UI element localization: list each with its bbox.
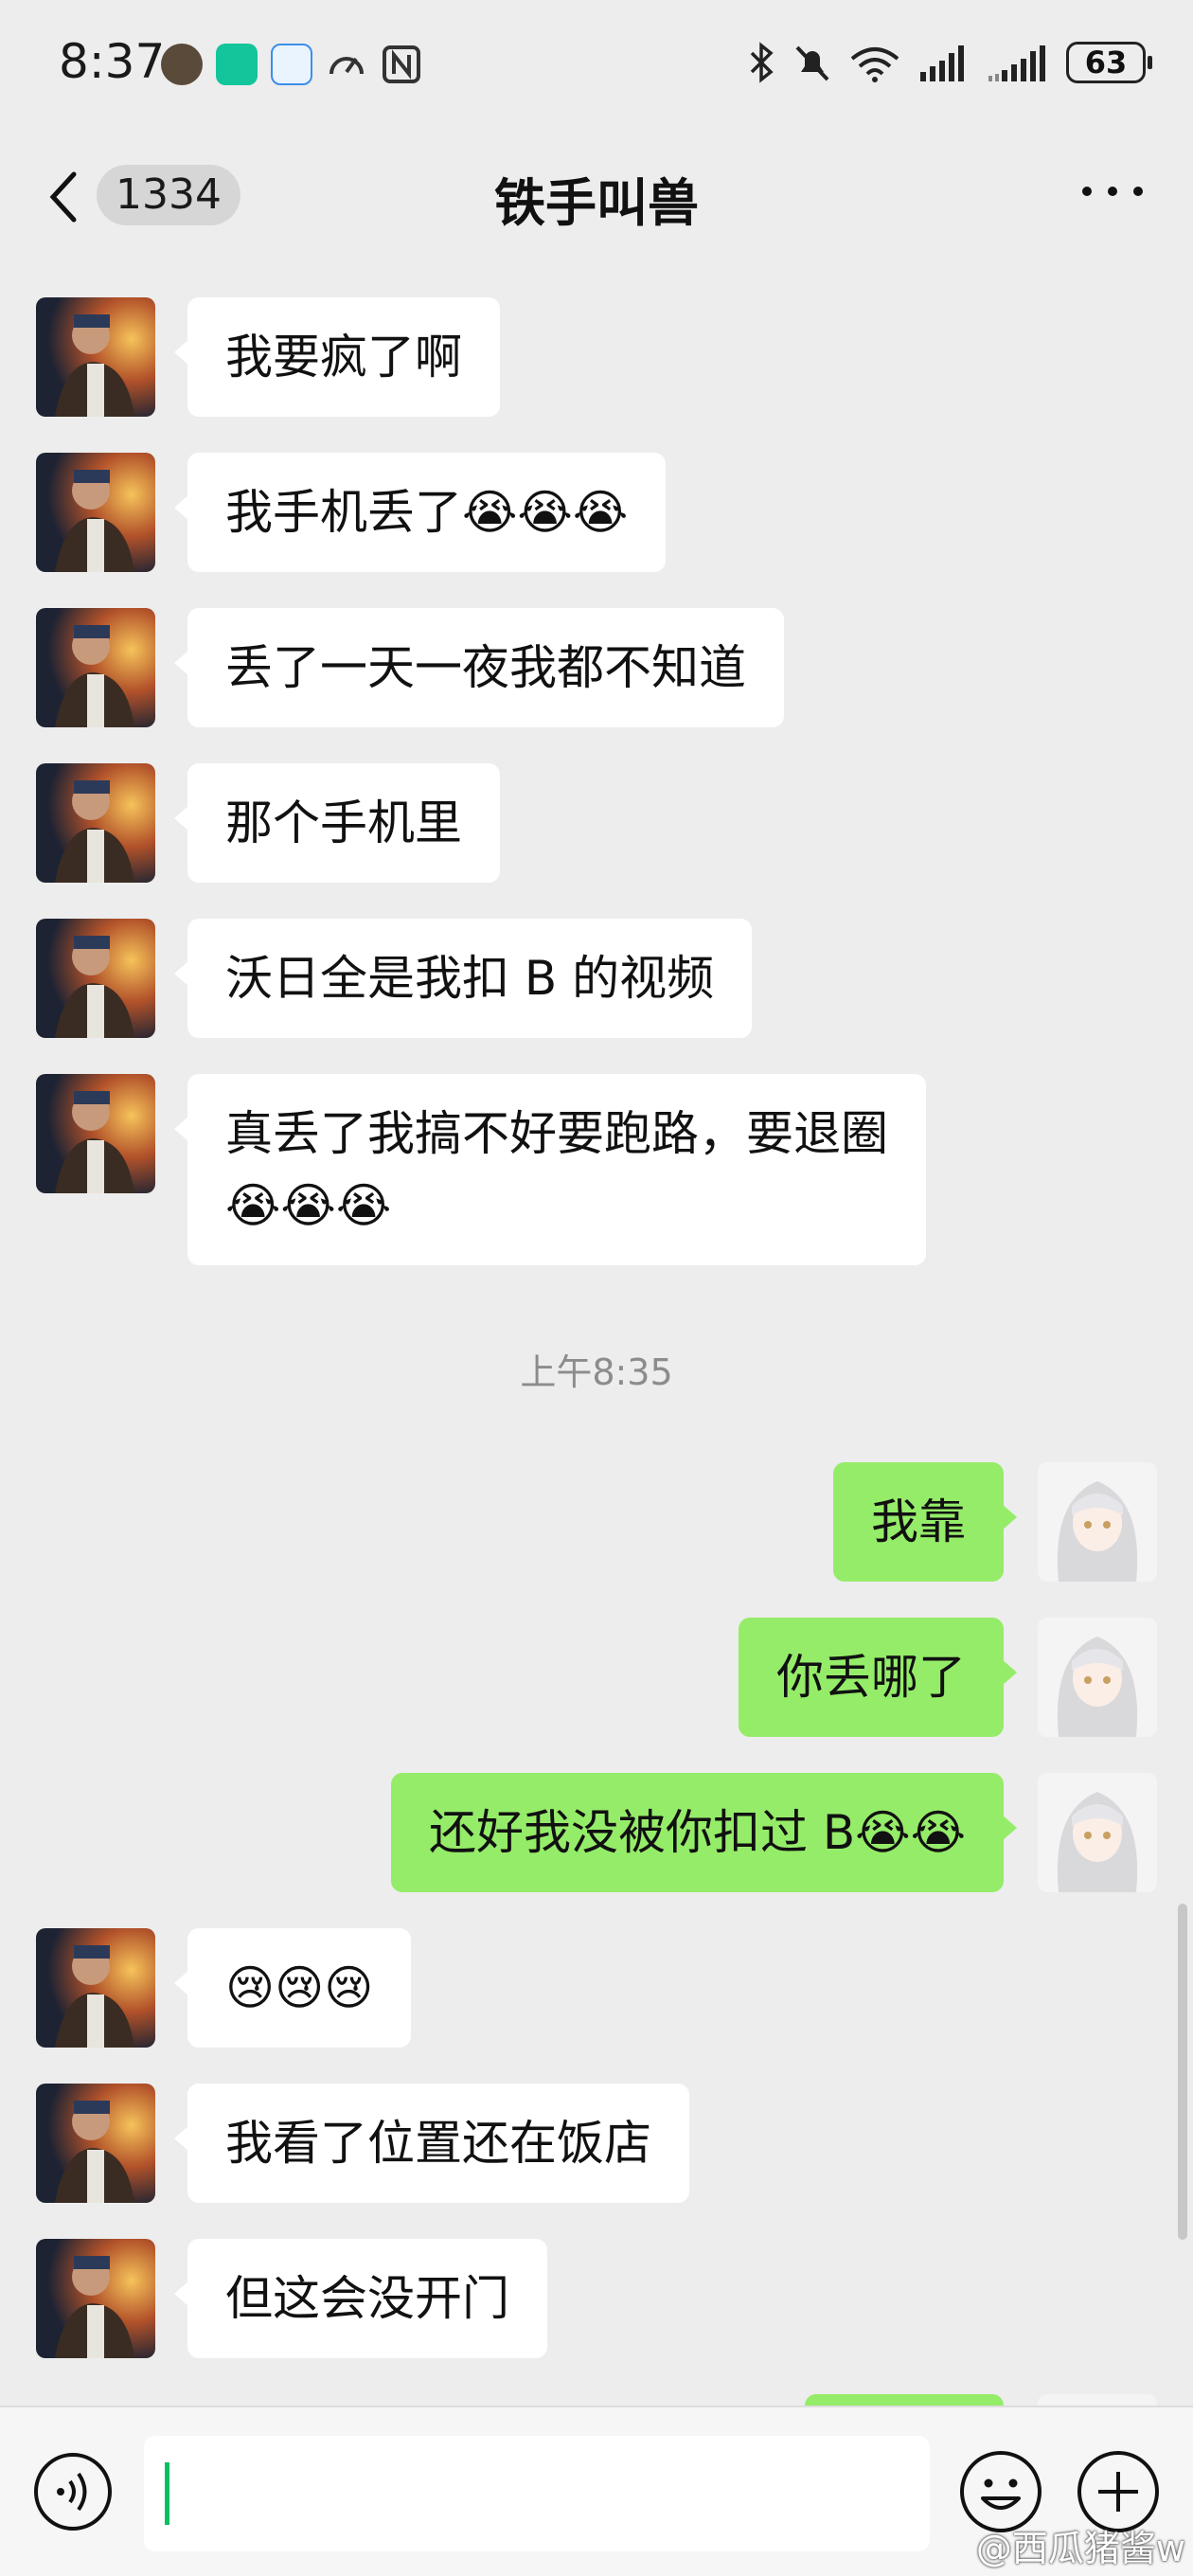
wifi-6-icon (850, 47, 899, 82)
scrollbar[interactable] (1178, 1904, 1187, 2240)
contact-avatar[interactable] (36, 919, 155, 1038)
incoming-message-bubble[interactable]: 沃日全是我扣 B 的视频 (173, 919, 753, 1038)
incoming-message-bubble[interactable]: 丢了一天一夜我都不知道 (174, 608, 784, 727)
my-avatar[interactable] (1038, 1618, 1157, 1737)
incoming-message-bubble[interactable]: 我看了位置还在饭店 (174, 2084, 689, 2203)
nfc-icon (383, 45, 420, 83)
contact-avatar[interactable] (36, 2239, 155, 2358)
chat-title: 铁手叫兽 (494, 173, 699, 233)
incoming-message-bubble[interactable]: 我手机丢了😭😭😭 (173, 453, 667, 572)
incoming-message-bubble[interactable]: 😢😢😢 (173, 1928, 412, 2048)
message-input[interactable] (144, 2436, 930, 2551)
my-avatar[interactable] (1038, 2394, 1157, 2406)
status-bar: 8:37 63 (0, 0, 1193, 133)
my-avatar[interactable] (1038, 1462, 1157, 1582)
contact-avatar[interactable] (36, 608, 155, 727)
system-indicators: 63 (748, 42, 1152, 83)
speedometer-icon (329, 57, 364, 75)
text-cursor (165, 2462, 169, 2525)
voice-icon[interactable] (32, 2451, 114, 2532)
more-dots-icon[interactable] (1079, 180, 1146, 203)
status-time: 8:37 (59, 34, 166, 89)
watermark: @西瓜猪酱w (975, 2528, 1185, 2569)
bell-muted-icon (795, 45, 829, 81)
battery-indicator: 63 (1066, 42, 1152, 83)
signal-2-icon (988, 45, 1045, 81)
chat-header: 1334 铁手叫兽 (0, 133, 1193, 265)
incoming-message-bubble[interactable]: 我要疯了啊 (174, 297, 500, 417)
app-circle-icon (271, 44, 312, 85)
bluetooth-icon (750, 42, 774, 83)
outgoing-message-bubble[interactable]: 我靠 (833, 1462, 1017, 1582)
incoming-message-bubble[interactable]: 但这会没开门 (174, 2239, 547, 2358)
message-list[interactable]: 我要疯了啊 我手机丢了😭😭😭 丢了一天一夜我都不知道 那个手机里 沃日全是我扣 … (0, 267, 1193, 2406)
contact-avatar[interactable] (36, 1928, 155, 2048)
signal-icon (920, 45, 964, 81)
outgoing-message-bubble[interactable]: 还好我没被你扣过 B😭😭 (390, 1773, 1018, 1892)
contact-avatar[interactable] (36, 763, 155, 883)
app-home-icon (216, 44, 258, 85)
outgoing-message-bubble-partial[interactable] (805, 2394, 1004, 2406)
app-avatar-icon (161, 44, 203, 85)
my-avatar[interactable] (1038, 1773, 1157, 1892)
timestamp-divider: 上午8:35 (520, 1351, 673, 1393)
incoming-message-bubble[interactable]: 真丢了我搞不好要跑路，要退圈 😭😭😭 (174, 1074, 926, 1265)
contact-avatar[interactable] (36, 297, 155, 417)
contact-avatar[interactable] (36, 453, 155, 572)
outgoing-message-bubble[interactable]: 你丢哪了 (739, 1618, 1017, 1737)
notification-icons (161, 44, 422, 85)
contact-avatar[interactable] (36, 2084, 155, 2203)
incoming-message-bubble[interactable]: 那个手机里 (174, 763, 500, 883)
contact-avatar[interactable] (36, 1074, 155, 1193)
chat-screen: 8:37 63 1334 铁手叫兽 我要疯了啊 我手机丢了😭😭😭 丢了一天一夜我… (0, 0, 1193, 2576)
